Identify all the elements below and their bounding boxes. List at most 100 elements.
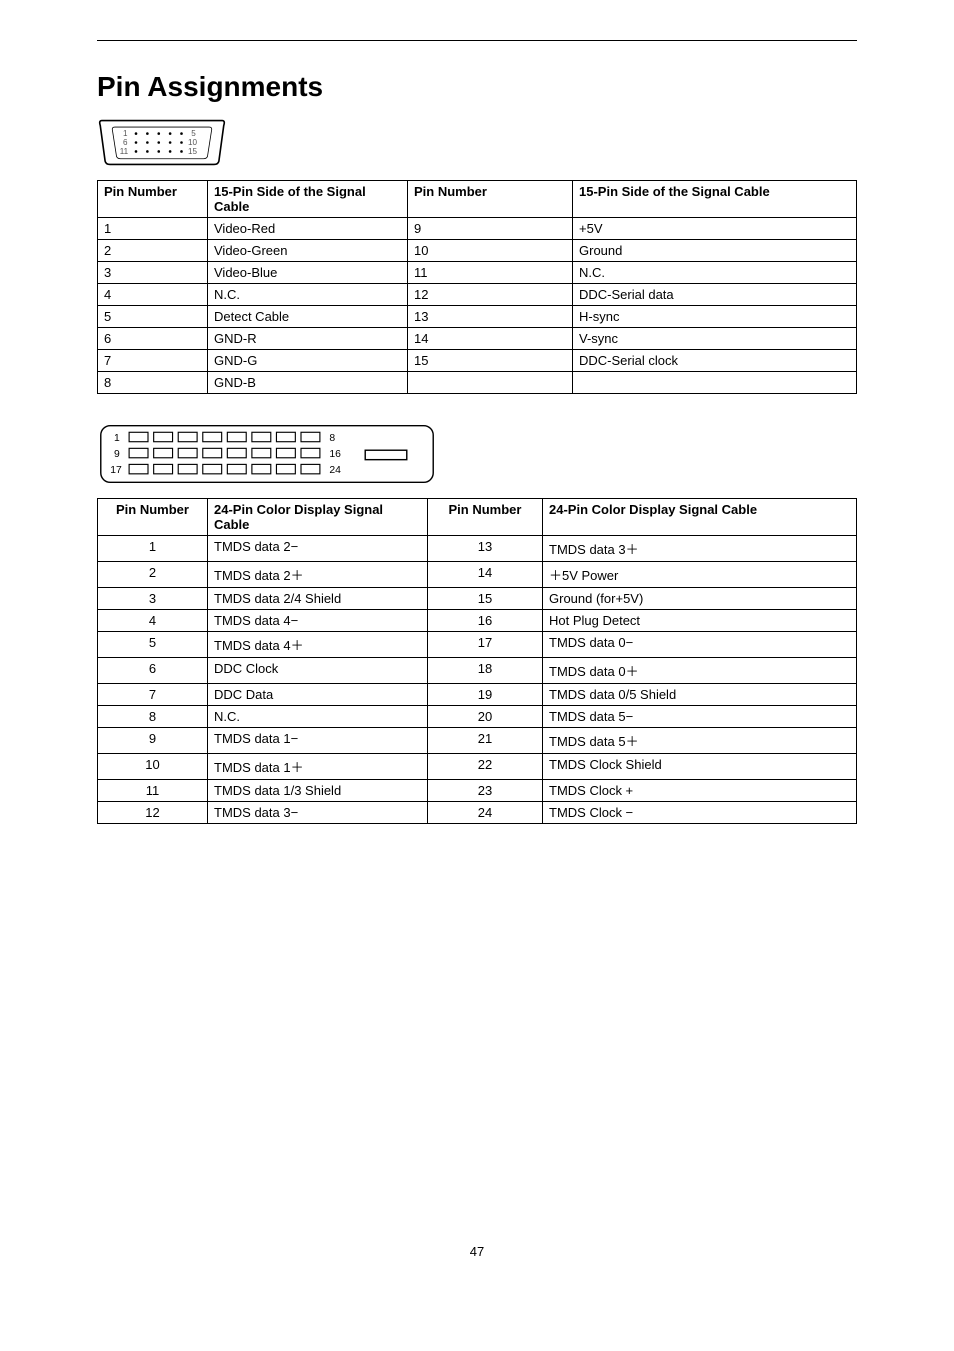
cell: 1 — [98, 218, 208, 240]
page: Pin Assignments 1 5 6 10 11 15 Pin — [97, 0, 857, 1319]
cell: 7 — [98, 684, 208, 706]
cell: 20 — [428, 706, 543, 728]
cell: 5 — [98, 632, 208, 658]
cell: Detect Cable — [208, 306, 408, 328]
cell: TMDS data 4＋ — [208, 632, 428, 658]
col-header: Pin Number — [98, 499, 208, 536]
page-number: 47 — [97, 1244, 857, 1259]
table-row: 2Video-Green10Ground — [98, 240, 857, 262]
table-row: 1TMDS data 2−13TMDS data 3＋ — [98, 536, 857, 562]
cell: TMDS data 4− — [208, 610, 428, 632]
cell: 19 — [428, 684, 543, 706]
cell: 22 — [428, 754, 543, 780]
cell: 9 — [98, 728, 208, 754]
cell: 12 — [408, 284, 573, 306]
pin-label: 11 — [120, 147, 129, 156]
cell: 3 — [98, 262, 208, 284]
cell: Video-Green — [208, 240, 408, 262]
cell: DDC-Serial clock — [573, 350, 857, 372]
cell: 2 — [98, 240, 208, 262]
cell: TMDS data 0/5 Shield — [543, 684, 857, 706]
cell: 16 — [428, 610, 543, 632]
cell: 10 — [408, 240, 573, 262]
table-row: 12TMDS data 3−24TMDS Clock − — [98, 802, 857, 824]
cell: N.C. — [208, 284, 408, 306]
pin-label: 1 — [114, 433, 120, 444]
pin-label: 5 — [191, 129, 196, 138]
cell: Ground (for+5V) — [543, 588, 857, 610]
table-header-row: Pin Number 24-Pin Color Display Signal C… — [98, 499, 857, 536]
cell: TMDS Clock Shield — [543, 754, 857, 780]
pin-label: 10 — [188, 138, 198, 147]
table-row: 6GND-R14V-sync — [98, 328, 857, 350]
table-row: 10TMDS data 1＋22TMDS Clock Shield — [98, 754, 857, 780]
cell: DDC-Serial data — [573, 284, 857, 306]
cell: 2 — [98, 562, 208, 588]
cell — [573, 372, 857, 394]
cell: 4 — [98, 610, 208, 632]
cell: 17 — [428, 632, 543, 658]
table-row: 4N.C.12DDC-Serial data — [98, 284, 857, 306]
cell: N.C. — [208, 706, 428, 728]
pin-label: 15 — [188, 147, 198, 156]
cell — [408, 372, 573, 394]
table-row: 7DDC Data19TMDS data 0/5 Shield — [98, 684, 857, 706]
cell: 10 — [98, 754, 208, 780]
cell: Video-Blue — [208, 262, 408, 284]
cell: 24 — [428, 802, 543, 824]
table-row: 7GND-G15DDC-Serial clock — [98, 350, 857, 372]
cell: TMDS Clock + — [543, 780, 857, 802]
pin-label: 17 — [110, 465, 122, 476]
cell: H-sync — [573, 306, 857, 328]
cell: TMDS data 2− — [208, 536, 428, 562]
cell: 6 — [98, 328, 208, 350]
cell: TMDS data 5− — [543, 706, 857, 728]
cell: TMDS data 0− — [543, 632, 857, 658]
cell: TMDS data 1− — [208, 728, 428, 754]
table-row: 8N.C.20TMDS data 5− — [98, 706, 857, 728]
cell: 9 — [408, 218, 573, 240]
table-row: 3Video-Blue11N.C. — [98, 262, 857, 284]
cell: TMDS Clock − — [543, 802, 857, 824]
cell: 21 — [428, 728, 543, 754]
pin-label: 6 — [123, 138, 128, 147]
cell: Ground — [573, 240, 857, 262]
table-row: 5Detect Cable13H-sync — [98, 306, 857, 328]
col-header: 15-Pin Side of the Signal Cable — [573, 181, 857, 218]
cell: TMDS data 1＋ — [208, 754, 428, 780]
cell: 8 — [98, 372, 208, 394]
cell: TMDS data 3− — [208, 802, 428, 824]
cell: 18 — [428, 658, 543, 684]
cell: TMDS data 0＋ — [543, 658, 857, 684]
cell: 11 — [98, 780, 208, 802]
cell: 6 — [98, 658, 208, 684]
pin-label: 24 — [329, 465, 341, 476]
cell: +5V — [573, 218, 857, 240]
cell: DDC Clock — [208, 658, 428, 684]
cell: DDC Data — [208, 684, 428, 706]
pin-label: 1 — [123, 129, 128, 138]
table-header-row: Pin Number 15-Pin Side of the Signal Cab… — [98, 181, 857, 218]
connector-15pin-diagram: 1 5 6 10 11 15 — [97, 115, 227, 170]
connector-24pin-diagram: 1 9 17 8 16 24 — [97, 420, 437, 488]
table-row: 4TMDS data 4−16Hot Plug Detect — [98, 610, 857, 632]
cell: TMDS data 1/3 Shield — [208, 780, 428, 802]
cell: 7 — [98, 350, 208, 372]
pin-label: 9 — [114, 449, 120, 460]
cell: GND-B — [208, 372, 408, 394]
col-header: Pin Number — [408, 181, 573, 218]
cell: ＋5V Power — [543, 562, 857, 588]
pin-label: 8 — [329, 433, 335, 444]
cell: 12 — [98, 802, 208, 824]
col-header: 24-Pin Color Display Signal Cable — [543, 499, 857, 536]
cell: 11 — [408, 262, 573, 284]
cell: 15 — [408, 350, 573, 372]
table-row: 3TMDS data 2/4 Shield15Ground (for+5V) — [98, 588, 857, 610]
col-header: 15-Pin Side of the Signal Cable — [208, 181, 408, 218]
table-row: 2TMDS data 2＋14＋5V Power — [98, 562, 857, 588]
table-24pin: Pin Number 24-Pin Color Display Signal C… — [97, 498, 857, 824]
cell: TMDS data 3＋ — [543, 536, 857, 562]
table-row: 5TMDS data 4＋17TMDS data 0− — [98, 632, 857, 658]
cell: 4 — [98, 284, 208, 306]
cell: 23 — [428, 780, 543, 802]
